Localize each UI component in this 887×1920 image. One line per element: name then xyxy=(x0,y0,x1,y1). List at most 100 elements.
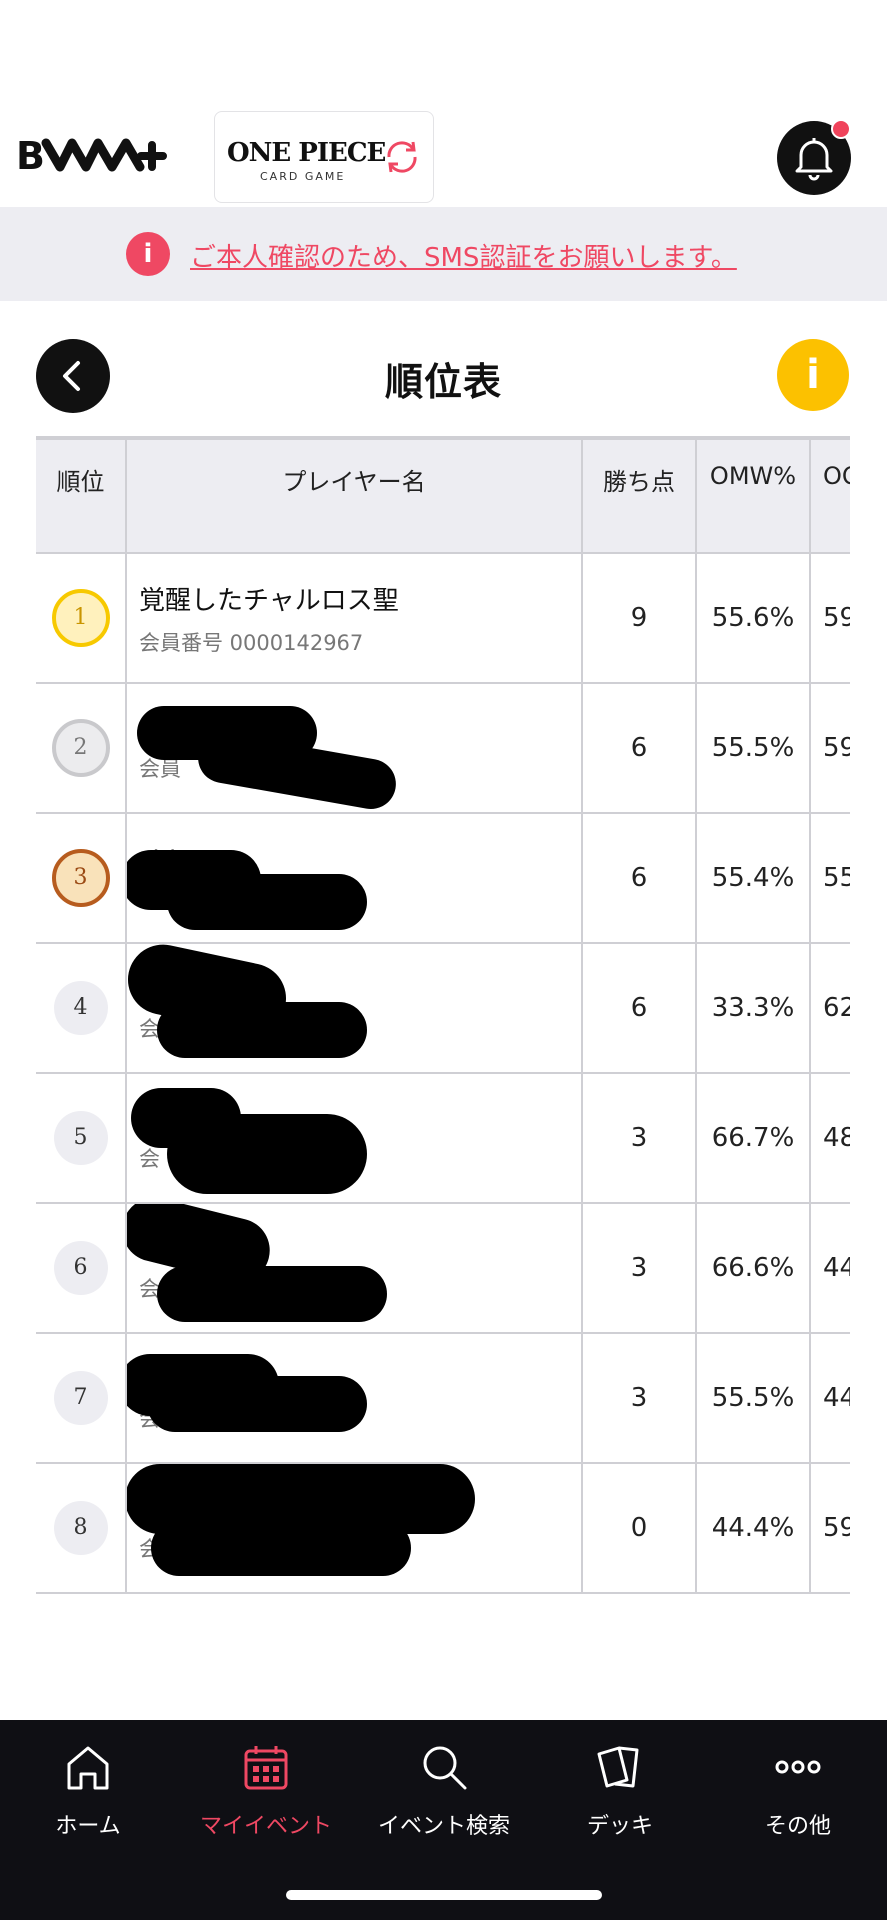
page-title: 順位表 xyxy=(384,360,502,404)
table-row[interactable]: 5 会 3 66.7% 48 xyxy=(36,1072,850,1204)
table-row[interactable]: 1 覚醒したチャルロス聖 会員番号 0000142967 9 55.6% 59 xyxy=(36,552,850,684)
rank-cell: 4 xyxy=(36,942,127,1074)
next-stat-cell: 44 xyxy=(809,1202,850,1334)
omw-cell: 55.4% xyxy=(695,812,811,944)
points-cell: 6 xyxy=(581,812,697,944)
rank-cell: 8 xyxy=(36,1462,127,1594)
nav-home[interactable]: ホーム xyxy=(8,1740,168,1840)
column-header-rank: 順位 xyxy=(36,438,127,554)
column-header-points: 勝ち点 xyxy=(581,438,697,554)
next-stat-cell: 59 xyxy=(809,1462,850,1594)
column-header-omw: OMW% xyxy=(695,438,811,554)
next-stat-cell: 48 xyxy=(809,1072,850,1204)
alert-icon: i xyxy=(126,232,170,276)
nav-event-search[interactable]: イベント検索 xyxy=(364,1740,524,1840)
switch-game-icon xyxy=(387,141,417,173)
silver-medal-icon: 2 xyxy=(51,719,110,777)
rank-badge: 7 xyxy=(53,1371,108,1425)
omw-cell: 55.5% xyxy=(695,682,811,814)
game-logo-subtitle: CARD GAME xyxy=(260,170,346,183)
column-header-next: OO xyxy=(809,438,850,554)
rank-cell: 6 xyxy=(36,1202,127,1334)
rank-cell: 2 xyxy=(36,682,127,814)
next-stat-cell: 62 xyxy=(809,942,850,1074)
omw-cell: 66.7% xyxy=(695,1072,811,1204)
cards-icon xyxy=(597,1746,639,1788)
sms-verification-banner: i ご本人確認のため、SMS認証をお願いします。 xyxy=(0,207,887,301)
nav-more-label: その他 xyxy=(764,1814,831,1839)
rank-cell: 1 xyxy=(36,552,127,684)
points-cell: 6 xyxy=(581,942,697,1074)
nav-my-events[interactable]: マイイベント xyxy=(186,1740,346,1840)
standings-table: 順位 プレイヤー名 勝ち点 OMW% OO 1 覚醒したチャルロス聖 会員番号 … xyxy=(36,436,850,1594)
omw-cell: 66.6% xyxy=(695,1202,811,1334)
table-row[interactable]: 6 会 3 66.6% 44 xyxy=(36,1202,850,1334)
bandai-card-game-plus-logo[interactable]: B xyxy=(16,133,180,177)
redaction-mark xyxy=(167,1114,367,1194)
notifications-button[interactable] xyxy=(777,119,851,195)
player-cell: 会 xyxy=(125,1072,583,1204)
omw-cell: 55.5% xyxy=(695,1332,811,1464)
nav-more[interactable]: その他 xyxy=(718,1740,878,1840)
rank-badge: 4 xyxy=(53,981,108,1035)
member-number: 会員番号 0000142967 xyxy=(139,630,364,655)
home-icon xyxy=(67,1746,109,1790)
points-cell: 0 xyxy=(581,1462,697,1594)
rank-badge: 5 xyxy=(53,1111,108,1165)
redaction-mark xyxy=(157,1002,367,1058)
table-row[interactable]: 8 会 0 44.4% 59 xyxy=(36,1462,850,1594)
player-cell: 会 xyxy=(125,942,583,1074)
gold-medal-icon: 1 xyxy=(51,589,110,647)
nav-my-events-label: マイイベント xyxy=(199,1814,332,1839)
nav-home-label: ホーム xyxy=(55,1814,121,1839)
player-cell: shi xyxy=(125,812,583,944)
omw-cell: 55.6% xyxy=(695,552,811,684)
nav-deck[interactable]: デッキ xyxy=(540,1740,700,1840)
search-icon xyxy=(423,1746,467,1790)
column-header-player-name: プレイヤー名 xyxy=(125,438,583,554)
svg-text:B: B xyxy=(16,134,45,177)
redaction-mark xyxy=(151,1520,411,1576)
omw-cell: 33.3% xyxy=(695,942,811,1074)
next-stat-cell: 44 xyxy=(809,1332,850,1464)
table-row[interactable]: 2 会員 6 55.5% 59 xyxy=(36,682,850,814)
rank-badge: 8 xyxy=(53,1501,108,1555)
table-row[interactable]: 3 shi 6 55.4% 55 xyxy=(36,812,850,944)
redaction-mark xyxy=(147,1376,367,1432)
player-name: 覚醒したチャルロス聖 xyxy=(139,585,399,616)
rank-cell: 3 xyxy=(36,812,127,944)
redaction-mark xyxy=(157,1266,387,1322)
next-stat-cell: 59 xyxy=(809,552,850,684)
table-row[interactable]: 7 会員番号 34 3 55.5% 44 xyxy=(36,1332,850,1464)
player-cell: 覚醒したチャルロス聖 会員番号 0000142967 xyxy=(125,552,583,684)
rank-cell: 5 xyxy=(36,1072,127,1204)
points-cell: 3 xyxy=(581,1202,697,1334)
notification-badge xyxy=(831,119,851,139)
table-header-row: 順位 プレイヤー名 勝ち点 OMW% OO xyxy=(36,438,850,554)
nav-deck-label: デッキ xyxy=(586,1814,653,1839)
points-cell: 3 xyxy=(581,1072,697,1204)
info-button[interactable]: i xyxy=(777,339,849,411)
player-cell: 会 xyxy=(125,1202,583,1334)
table-row[interactable]: 4 会 6 33.3% 62 xyxy=(36,942,850,1074)
sms-verification-link[interactable]: ご本人確認のため、SMS認証をお願いします。 xyxy=(190,237,737,274)
more-icon xyxy=(775,1760,821,1774)
player-cell: 会 xyxy=(125,1462,583,1594)
redaction-mark xyxy=(167,874,367,930)
rank-badge: 6 xyxy=(53,1241,108,1295)
rank-cell: 7 xyxy=(36,1332,127,1464)
bronze-medal-icon: 3 xyxy=(51,849,110,907)
points-cell: 6 xyxy=(581,682,697,814)
points-cell: 9 xyxy=(581,552,697,684)
omw-cell: 44.4% xyxy=(695,1462,811,1594)
app-header: B ONE PIECE CARD GAME xyxy=(0,105,887,207)
next-stat-cell: 59 xyxy=(809,682,850,814)
next-stat-cell: 55 xyxy=(809,812,850,944)
one-piece-game-switcher[interactable]: ONE PIECE CARD GAME xyxy=(214,111,434,203)
points-cell: 3 xyxy=(581,1332,697,1464)
player-cell: 会員番号 34 xyxy=(125,1332,583,1464)
game-logo-title: ONE PIECE xyxy=(227,138,386,168)
home-indicator[interactable] xyxy=(286,1890,602,1900)
player-cell: 会員 xyxy=(125,682,583,814)
calendar-icon xyxy=(244,1746,288,1790)
